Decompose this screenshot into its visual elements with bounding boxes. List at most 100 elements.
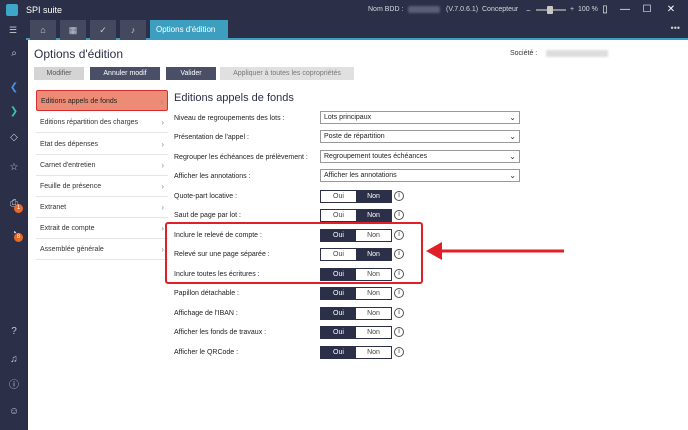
chevron-down-icon: ⌄ <box>509 113 516 122</box>
headset-icon[interactable]: ♫ <box>0 350 28 370</box>
niveau-select[interactable]: Lots principaux ⌄ <box>320 111 520 124</box>
search-icon[interactable]: ⌕ <box>0 44 28 64</box>
db-label: Nom BDD : <box>368 6 404 13</box>
societe-label: Société : <box>510 50 538 57</box>
app-logo-icon <box>6 4 18 16</box>
hamburger-menu-icon[interactable]: ☰ <box>0 20 26 40</box>
info-icon[interactable]: ⓘ <box>0 376 28 396</box>
sidebar-item-carnet[interactable]: Carnet d'entretien › <box>36 155 168 176</box>
annotations-select[interactable]: Afficher les annotations ⌄ <box>320 169 520 182</box>
sidebar-item-extranet[interactable]: Extranet › <box>36 197 168 218</box>
toggle-non-option[interactable]: Non <box>356 288 391 299</box>
sidebar-item-label: Etat des dépenses <box>40 141 98 148</box>
valider-button[interactable]: Valider <box>166 67 216 80</box>
chevron-down-icon: ⌄ <box>509 132 516 141</box>
regrouper-label: Regrouper les échéances de prélèvement : <box>174 154 308 161</box>
qrcode-toggle[interactable]: Oui Non <box>320 346 392 359</box>
niveau-select-value: Lots principaux <box>324 114 372 121</box>
page-title: Options d'édition <box>34 47 124 61</box>
document-icon[interactable]: ▯ <box>598 3 612 17</box>
quote-part-toggle[interactable]: Oui Non <box>320 190 392 203</box>
quote-part-label: Quote-part locative : <box>174 193 238 200</box>
info-icon[interactable]: i <box>394 288 404 298</box>
db-name-redacted <box>408 6 440 13</box>
toggle-oui-option[interactable]: Oui <box>321 191 356 202</box>
regrouper-select[interactable]: Regroupement toutes échéances ⌄ <box>320 150 520 163</box>
toggle-oui-option[interactable]: Oui <box>321 288 356 299</box>
papillon-toggle[interactable]: Oui Non <box>320 287 392 300</box>
toggle-non-option[interactable]: Non <box>356 327 391 338</box>
tab-options-edition[interactable]: Options d'édition <box>150 20 228 40</box>
iban-label: Affichage de l'IBAN : <box>174 310 238 317</box>
info-icon[interactable]: i <box>394 210 404 220</box>
annotations-select-value: Afficher les annotations <box>324 172 397 179</box>
toggle-oui-option[interactable]: Oui <box>321 308 356 319</box>
sidebar-item-label: Carnet d'entretien <box>40 162 96 169</box>
toggle-non-option[interactable]: Non <box>356 210 391 221</box>
help-icon[interactable]: ? <box>0 322 28 342</box>
calendar-icon[interactable]: ▦ <box>60 20 86 40</box>
toggle-non-option[interactable]: Non <box>356 347 391 358</box>
bell-icon[interactable]: ♪ <box>120 20 146 40</box>
star-icon[interactable]: ☆ <box>0 158 28 178</box>
nav-arrow-left-icon[interactable]: ❮ <box>0 78 28 98</box>
role-label: Concepteur <box>482 6 519 13</box>
title-bar: SPI suite Nom BDD : (V.7.0.6.1) Concepte… <box>0 0 688 20</box>
minimize-button[interactable]: — <box>618 3 632 17</box>
chevron-right-icon: › <box>161 182 164 191</box>
chevron-down-icon: ⌄ <box>509 171 516 180</box>
sidebar-item-extrait-compte[interactable]: Extrait de compte › <box>36 218 168 239</box>
info-icon[interactable]: i <box>394 347 404 357</box>
sidebar-item-presence[interactable]: Feuille de présence › <box>36 176 168 197</box>
diamond-icon[interactable]: ◇ <box>0 128 28 148</box>
toggle-oui-option[interactable]: Oui <box>321 210 356 221</box>
saut-page-label: Saut de page par lot : <box>174 212 241 219</box>
zoom-out-icon[interactable]: − <box>526 6 531 15</box>
user-icon[interactable]: ☺ <box>0 402 28 422</box>
nav-arrow-right-icon[interactable]: ❯ <box>0 102 28 122</box>
appliquer-button[interactable]: Appliquer à toutes les copropriétés <box>220 67 354 80</box>
zoom-slider-handle[interactable] <box>547 6 553 14</box>
modifier-button[interactable]: Modifier <box>34 67 84 80</box>
left-nav: ⌕ ❮ ❯ ◇ ☆ ⎙ 1 ◔ 8 ? ♫ ⓘ ☺ <box>0 40 28 430</box>
fonds-travaux-toggle[interactable]: Oui Non <box>320 326 392 339</box>
regrouper-select-value: Regroupement toutes échéances <box>324 153 428 160</box>
toggle-non-option[interactable]: Non <box>356 191 391 202</box>
toggle-oui-option[interactable]: Oui <box>321 347 356 358</box>
chevron-right-icon: › <box>161 118 164 127</box>
chevron-right-icon: › <box>161 161 164 170</box>
niveau-label: Niveau de regroupements des lots : <box>174 115 285 122</box>
home-icon[interactable]: ⌂ <box>30 20 56 40</box>
info-icon[interactable]: i <box>394 308 404 318</box>
sidebar-item-label: Extrait de compte <box>40 225 95 232</box>
info-icon[interactable]: i <box>394 327 404 337</box>
close-button[interactable]: ✕ <box>664 3 678 17</box>
presentation-label: Présentation de l'appel : <box>174 134 249 141</box>
sidebar-item-assemblee[interactable]: Assemblée générale › <box>36 239 168 260</box>
toggle-oui-option[interactable]: Oui <box>321 327 356 338</box>
maximize-button[interactable]: ☐ <box>640 3 654 17</box>
main-panel: Options d'édition Société : Modifier Ann… <box>28 42 688 430</box>
sidebar-item-label: Feuille de présence <box>40 183 102 190</box>
saut-page-toggle[interactable]: Oui Non <box>320 209 392 222</box>
toggle-non-option[interactable]: Non <box>356 308 391 319</box>
info-icon[interactable]: i <box>394 191 404 201</box>
chevron-right-icon: › <box>161 224 164 233</box>
chevron-right-icon: › <box>161 245 164 254</box>
presentation-select[interactable]: Poste de répartition ⌄ <box>320 130 520 143</box>
zoom-in-icon[interactable]: + <box>570 6 574 13</box>
version-label: (V.7.0.6.1) <box>446 6 479 13</box>
sidebar-item-depenses[interactable]: Etat des dépenses › <box>36 134 168 155</box>
app-title: SPI suite <box>26 5 63 15</box>
iban-toggle[interactable]: Oui Non <box>320 307 392 320</box>
chevron-right-icon: › <box>160 97 163 106</box>
section-title: Editions appels de fonds <box>174 92 294 104</box>
check-icon[interactable]: ✓ <box>90 20 116 40</box>
chevron-down-icon: ⌄ <box>509 152 516 161</box>
tab-bar: ☰ ⌂ ▦ ✓ ♪ Options d'édition ••• <box>0 20 688 40</box>
papillon-label: Papillon détachable : <box>174 290 239 297</box>
more-options-icon[interactable]: ••• <box>671 23 680 33</box>
sidebar-item-appels-fonds[interactable]: Editions appels de fonds › <box>36 90 168 111</box>
sidebar-item-repartition[interactable]: Editions répartition des charges › <box>36 112 168 133</box>
annuler-modif-button[interactable]: Annuler modif <box>90 67 160 80</box>
